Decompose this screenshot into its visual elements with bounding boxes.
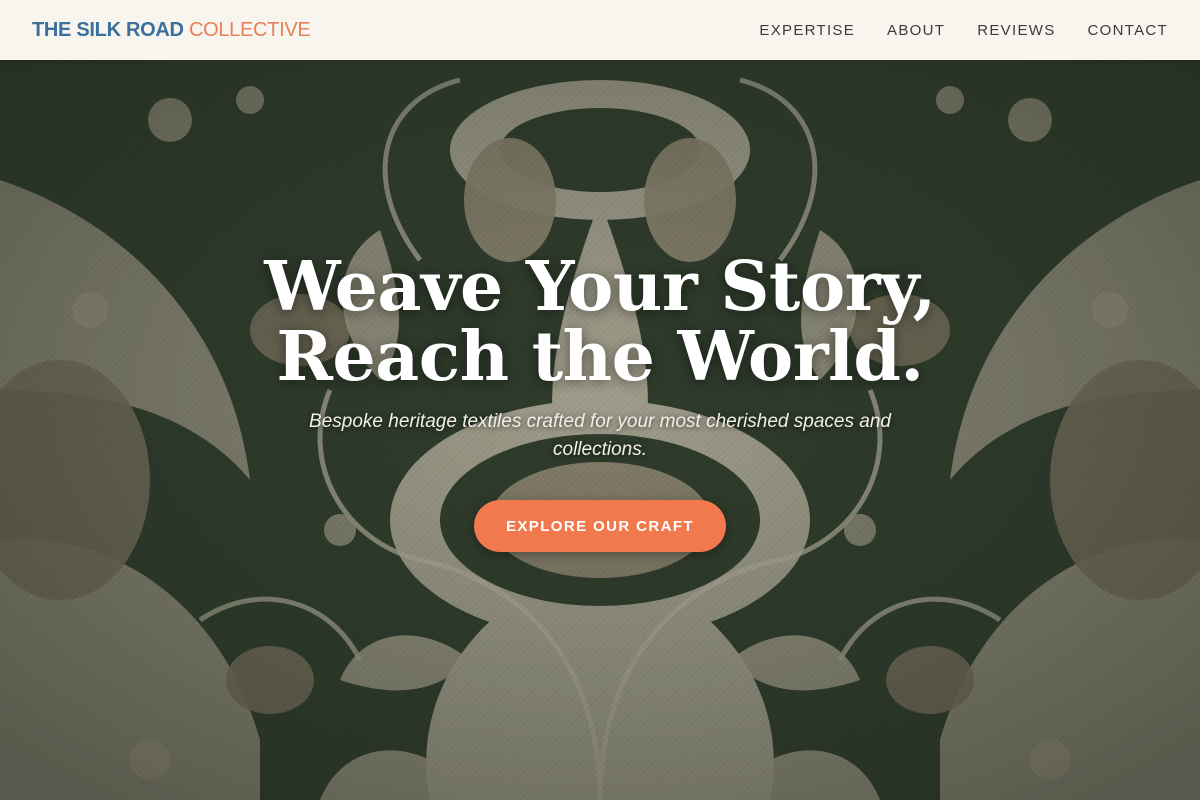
site-header: THE SILK ROAD COLLECTIVE EXPERTISE ABOUT… <box>0 0 1200 60</box>
hero-content: Weave Your Story, Reach the World. Bespo… <box>0 60 1200 800</box>
explore-craft-button[interactable]: EXPLORE OUR CRAFT <box>474 500 726 552</box>
hero-section: Weave Your Story, Reach the World. Bespo… <box>0 60 1200 800</box>
brand-name-light: COLLECTIVE <box>188 18 311 41</box>
nav-link-about[interactable]: ABOUT <box>887 22 945 39</box>
hero-headline: Weave Your Story, Reach the World. <box>264 247 936 397</box>
nav-link-reviews[interactable]: REVIEWS <box>977 22 1055 39</box>
hero-subtitle: Bespoke heritage textiles crafted for yo… <box>309 411 891 460</box>
nav-link-expertise[interactable]: EXPERTISE <box>759 22 855 39</box>
nav-link-contact[interactable]: CONTACT <box>1088 22 1168 39</box>
headline-line-1: Weave Your Story, <box>264 247 936 327</box>
brand-logo[interactable]: THE SILK ROAD COLLECTIVE <box>32 18 311 42</box>
headline-line-2: Reach the World. <box>276 317 924 397</box>
main-nav: EXPERTISE ABOUT REVIEWS CONTACT <box>759 22 1168 39</box>
brand-name-strong: THE SILK ROAD <box>32 18 184 41</box>
